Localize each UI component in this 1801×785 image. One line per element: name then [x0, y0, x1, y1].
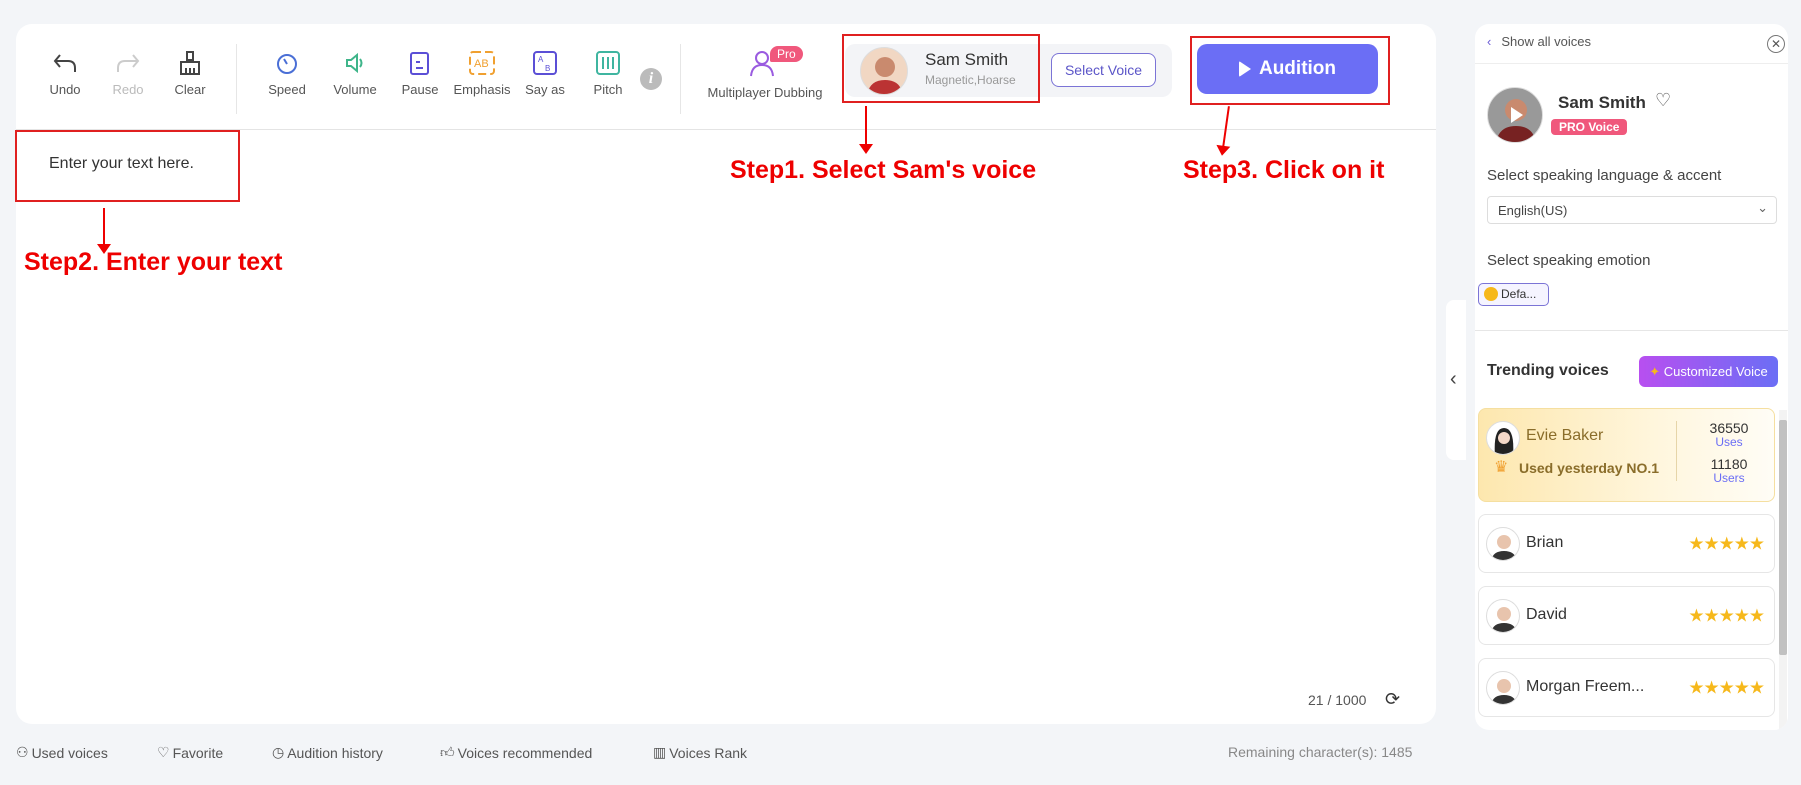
- voice-name: Brian: [1526, 534, 1564, 551]
- scrollbar[interactable]: [1779, 410, 1787, 730]
- footer-used-voices[interactable]: ⚇ Used voices: [16, 744, 108, 761]
- speed-icon: [252, 50, 322, 76]
- annotation-box: [842, 34, 1040, 103]
- char-max: / 1000: [1327, 692, 1367, 708]
- footer-voices-rank[interactable]: ▥ Voices Rank: [653, 744, 747, 761]
- emotion-label: Select speaking emotion: [1487, 252, 1651, 269]
- voice-side-panel: ‹ Show all voices ✕ Sam Smith ♡ PRO Voice…: [1475, 24, 1788, 730]
- user-voice-icon: ⚇: [16, 744, 29, 760]
- voice-card[interactable]: David ★★★★★: [1478, 586, 1775, 645]
- rating-stars: ★★★★★: [1688, 533, 1765, 553]
- emotion-chip[interactable]: Defa...: [1478, 283, 1549, 306]
- divider: [1676, 421, 1677, 481]
- volume-button[interactable]: Volume: [320, 50, 390, 97]
- rating-stars: ★★★★★: [1688, 677, 1765, 697]
- pro-badge: Pro: [770, 46, 803, 62]
- svg-text:A: A: [538, 55, 544, 64]
- remaining-characters: Remaining character(s): 1485: [1228, 744, 1413, 760]
- annotation-arrow: [859, 106, 873, 154]
- chevron-left-icon: ‹: [1487, 34, 1492, 49]
- pause-button[interactable]: Pause: [385, 50, 455, 97]
- speed-button[interactable]: Speed: [252, 50, 322, 97]
- voice-card[interactable]: Morgan Freem... ★★★★★: [1478, 658, 1775, 717]
- users-label: Users: [1713, 471, 1745, 485]
- clock-icon: ◷: [272, 744, 285, 760]
- top-voice-card[interactable]: Evie Baker ♛ Used yesterday NO.1 36550 U…: [1478, 408, 1775, 502]
- avatar: [1486, 421, 1520, 455]
- pro-voice-badge: PRO Voice: [1551, 119, 1628, 135]
- uses-label: Uses: [1715, 435, 1743, 449]
- customized-voice-button[interactable]: ✦ Customized Voice: [1639, 356, 1778, 387]
- avatar: [1486, 599, 1520, 633]
- say-as-icon: AB: [510, 50, 580, 76]
- redo-button[interactable]: Redo: [93, 50, 163, 97]
- chevron-down-icon: ⌄: [1757, 200, 1768, 215]
- volume-icon: [320, 50, 390, 76]
- voice-name: Sam Smith: [1558, 93, 1646, 112]
- uses-count: 36550: [1709, 420, 1749, 436]
- scrollbar-thumb[interactable]: [1779, 420, 1787, 655]
- close-icon[interactable]: ✕: [1767, 35, 1785, 53]
- pause-icon: [385, 50, 455, 76]
- rank-icon: ▥: [653, 744, 667, 760]
- thumbs-up-icon: 👍︎: [440, 744, 455, 760]
- svg-text:B: B: [545, 64, 550, 73]
- say-as-button[interactable]: A B Say as: [510, 50, 580, 97]
- undo-icon: [30, 50, 100, 76]
- rating-stars: ★★★★★: [1688, 605, 1765, 625]
- show-all-voices-link[interactable]: ‹ Show all voices: [1487, 34, 1591, 49]
- emphasis-button[interactable]: AB Emphasis: [447, 50, 517, 97]
- divider: [236, 44, 237, 114]
- voice-name: Evie Baker: [1526, 427, 1604, 444]
- undo-button[interactable]: Undo: [30, 50, 100, 97]
- pitch-icon: [573, 50, 643, 76]
- heart-icon: ♡: [157, 744, 170, 760]
- language-select[interactable]: English(US) ⌄: [1487, 196, 1777, 224]
- info-icon[interactable]: i: [640, 68, 662, 90]
- divider: [1475, 330, 1788, 331]
- crown-icon: ♛: [1494, 459, 1509, 476]
- voice-name: David: [1526, 606, 1567, 623]
- rank-text: Used yesterday NO.1: [1519, 460, 1660, 476]
- chevron-left-icon: ‹: [1450, 368, 1457, 390]
- smiley-icon: [1484, 287, 1498, 301]
- annotation-step2: Step2. Enter your text: [24, 248, 283, 276]
- avatar: [1486, 671, 1520, 705]
- redo-icon: [93, 50, 163, 76]
- users-count: 11180: [1710, 456, 1748, 472]
- heart-icon[interactable]: ♡: [1655, 90, 1671, 111]
- annotation-step3: Step3. Click on it: [1183, 156, 1385, 184]
- language-label: Select speaking language & accent: [1487, 167, 1722, 184]
- refresh-icon[interactable]: ⟳: [1385, 689, 1400, 710]
- char-count: 21: [1308, 692, 1324, 708]
- voice-name: Morgan Freem...: [1526, 678, 1645, 695]
- footer-audition-history[interactable]: ◷ Audition history: [272, 744, 383, 761]
- brush-icon: [155, 50, 225, 76]
- annotation-box: [15, 130, 240, 202]
- annotation-box: [1190, 36, 1390, 105]
- svg-text:AB: AB: [474, 58, 489, 70]
- magic-icon: ✦: [1649, 364, 1661, 379]
- footer-favorite[interactable]: ♡ Favorite: [157, 744, 223, 761]
- clear-button[interactable]: Clear: [155, 50, 225, 97]
- avatar: [1486, 527, 1520, 561]
- collapse-panel-button[interactable]: ‹: [1446, 300, 1466, 460]
- multiplayer-dubbing-button[interactable]: Multiplayer Dubbing Pro: [700, 46, 830, 100]
- pitch-button[interactable]: Pitch: [573, 50, 643, 97]
- divider: [680, 44, 681, 114]
- voice-card[interactable]: Brian ★★★★★: [1478, 514, 1775, 573]
- trending-title: Trending voices: [1487, 362, 1609, 379]
- voice-avatar-play[interactable]: [1487, 87, 1543, 143]
- divider: [1475, 63, 1788, 64]
- footer-voices-recommended[interactable]: 👍︎ Voices recommended: [440, 744, 592, 761]
- annotation-step1: Step1. Select Sam's voice: [730, 156, 1037, 184]
- select-voice-button[interactable]: Select Voice: [1051, 53, 1156, 87]
- emphasis-icon: AB: [447, 50, 517, 76]
- annotation-arrow: [97, 208, 111, 254]
